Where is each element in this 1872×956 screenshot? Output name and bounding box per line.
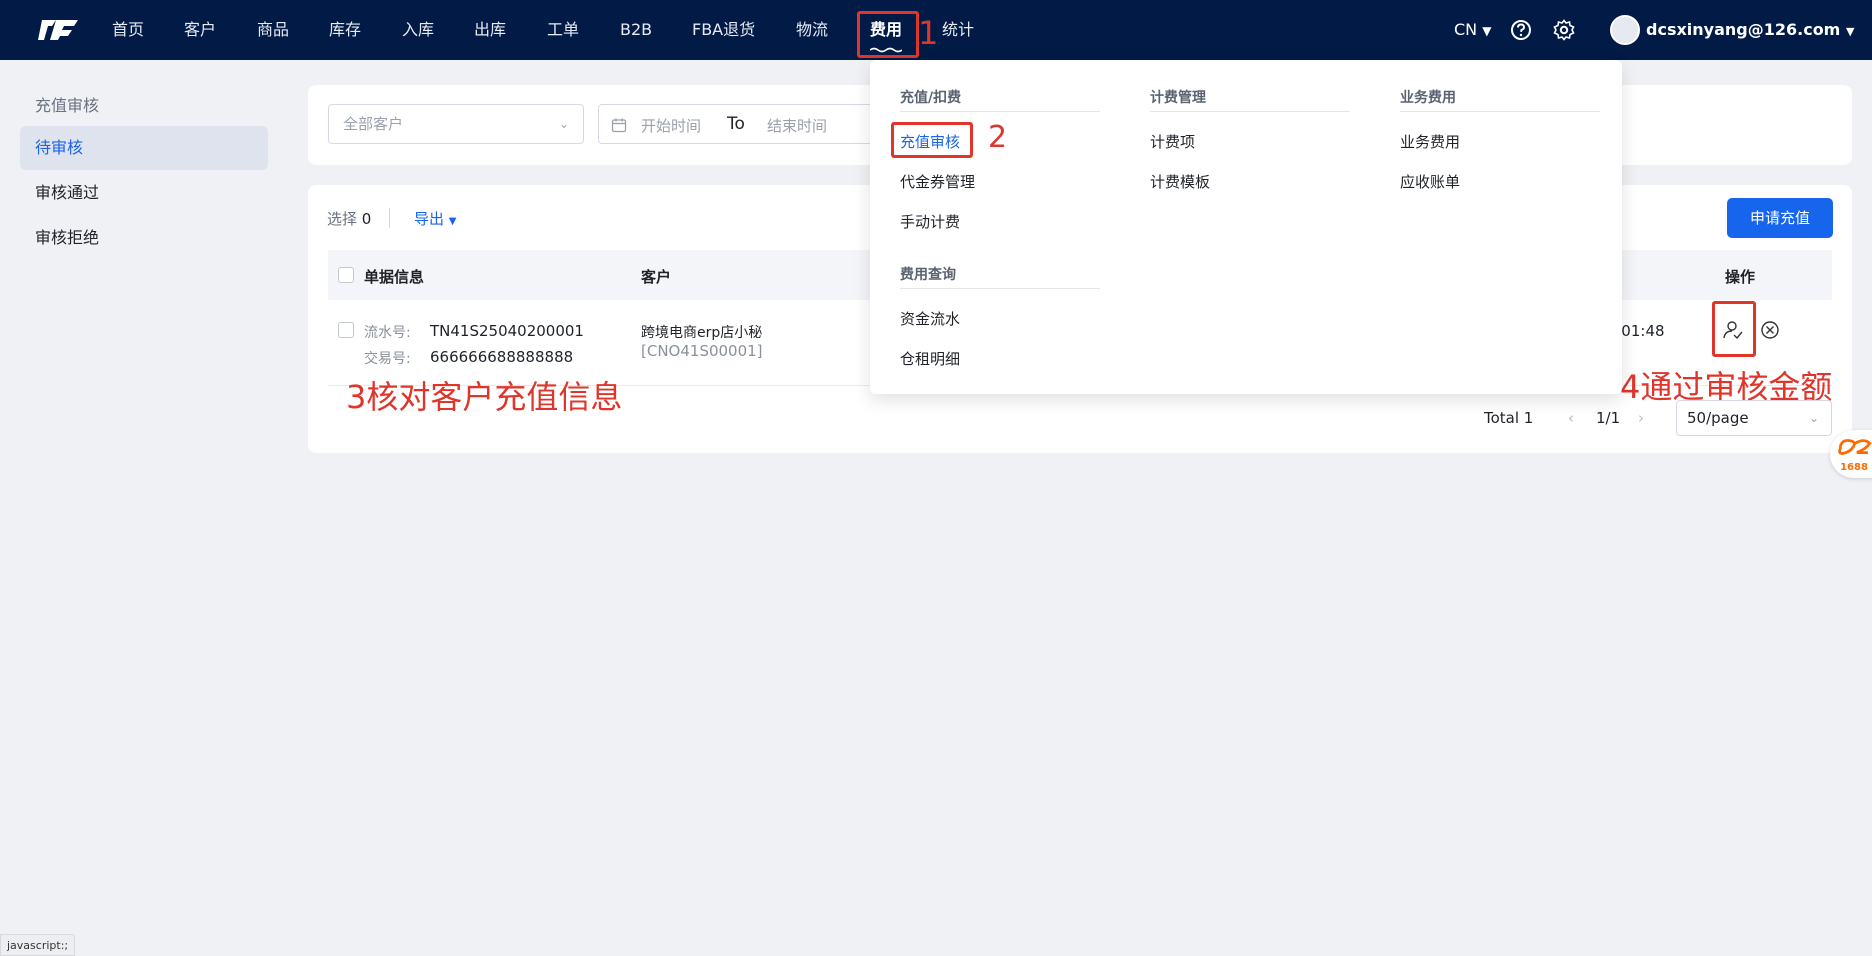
sidebar-item-rejected[interactable]: 审核拒绝 (20, 216, 268, 260)
help-icon[interactable] (1510, 19, 1532, 41)
menu-item-voucher-management[interactable]: 代金券管理 (900, 171, 975, 192)
menu-item-business-fees[interactable]: 业务费用 (1400, 131, 1460, 152)
column-header-actions: 操作 (1725, 268, 1756, 286)
customer-code: [CNO41S00001] (641, 342, 763, 360)
menu-item-billing-items[interactable]: 计费项 (1150, 131, 1195, 152)
select-all-checkbox[interactable] (338, 267, 354, 283)
apply-recharge-button[interactable]: 申请充值 (1727, 198, 1833, 238)
nav-workorders[interactable]: 工单 (547, 0, 579, 60)
date-range-separator: To (727, 114, 745, 134)
chevron-down-icon: ⌄ (1808, 411, 1819, 425)
nav-b2b[interactable]: B2B (620, 0, 652, 60)
column-header-doc-info: 单据信息 (364, 268, 425, 286)
trade-label: 交易号: (364, 351, 411, 367)
pagination-page: 1/1 (1596, 409, 1621, 427)
sidebar-title: 充值审核 (35, 96, 100, 115)
serial-label: 流水号: (364, 325, 411, 341)
menu-group-title: 计费管理 (1150, 90, 1206, 106)
menu-item-manual-billing[interactable]: 手动计费 (900, 211, 960, 232)
menu-group-title: 业务费用 (1400, 90, 1456, 106)
customer-select-value: 全部客户 (343, 115, 404, 133)
nav-inventory[interactable]: 库存 (329, 0, 361, 60)
caret-down-icon: ▼ (1482, 24, 1492, 38)
nav-logistics[interactable]: 物流 (796, 0, 828, 60)
nav-fba-returns[interactable]: FBA退货 (692, 0, 755, 60)
nav-outbound[interactable]: 出库 (474, 0, 506, 60)
badge-label: 1688 (1840, 462, 1868, 473)
menu-item-storage-fee-detail[interactable]: 仓租明细 (900, 348, 960, 369)
menu-item-receivables[interactable]: 应收账单 (1400, 171, 1460, 192)
selection-number: 0 (361, 210, 372, 228)
menu-item-billing-templates[interactable]: 计费模板 (1150, 171, 1210, 192)
start-date-input[interactable]: 开始时间 (641, 115, 701, 136)
brand-1688-badge[interactable]: 1688 (1830, 430, 1872, 478)
sidebar-item-approved[interactable]: 审核通过 (20, 171, 268, 215)
end-date-input[interactable]: 结束时间 (767, 115, 827, 136)
trade-number: 666666688888888 (430, 348, 574, 366)
avatar[interactable] (1610, 15, 1640, 45)
annotation-1-label: 1 (918, 14, 939, 52)
user-email: dcsxinyang@126.com (1646, 20, 1841, 39)
selection-label: 选择 (327, 210, 358, 228)
nav-customers[interactable]: 客户 (184, 0, 216, 60)
brand-logo-icon[interactable] (36, 12, 80, 48)
nav-home[interactable]: 首页 (112, 0, 144, 60)
export-label: 导出 (414, 210, 445, 228)
menu-group-title: 费用查询 (900, 267, 956, 283)
brand-1688-logo-icon (1838, 439, 1872, 455)
prev-page-icon[interactable]: ‹ (1568, 409, 1574, 427)
menu-group-divider (900, 288, 1100, 289)
nav-products[interactable]: 商品 (257, 0, 289, 60)
export-button[interactable]: 导出 ▼ (414, 208, 457, 229)
toolbar-divider (389, 208, 390, 228)
language-label: CN (1454, 20, 1478, 39)
menu-group-title: 充值/扣费 (900, 90, 962, 106)
row-checkbox[interactable] (338, 322, 354, 338)
fees-dropdown-menu: 充值/扣费 充值审核 代金券管理 手动计费 费用查询 资金流水 仓租明细 计费管… (870, 60, 1622, 394)
page-size-select[interactable]: 50/page ⌄ (1676, 400, 1832, 436)
customer-name: 跨境电商erp店小秘 (641, 325, 763, 341)
annotation-2-label: 2 (988, 120, 1008, 155)
page-size-value: 50/page (1687, 409, 1749, 427)
caret-down-icon: ▼ (448, 216, 457, 227)
next-page-icon[interactable]: › (1638, 409, 1644, 427)
calendar-icon (611, 118, 627, 133)
pagination-total: Total 1 (1484, 409, 1534, 427)
annotation-box-1 (857, 11, 919, 58)
menu-group-divider (1150, 111, 1350, 112)
column-header-customer: 客户 (641, 268, 672, 286)
caret-down-icon: ▼ (1845, 25, 1855, 38)
menu-group-divider (900, 111, 1100, 112)
serial-number: TN41S25040200001 (430, 322, 584, 340)
status-bar-link-preview: javascript:; (0, 934, 76, 956)
sidebar-item-pending[interactable]: 待审核 (20, 126, 268, 170)
nav-inbound[interactable]: 入库 (402, 0, 434, 60)
menu-group-divider (1400, 111, 1600, 112)
reject-icon[interactable] (1760, 320, 1780, 340)
gear-icon[interactable] (1553, 19, 1575, 41)
nav-statistics[interactable]: 统计 (942, 0, 974, 60)
selection-count: 选择 0 (327, 208, 371, 229)
annotation-box-2 (891, 122, 973, 158)
language-selector[interactable]: CN ▼ (1454, 0, 1491, 60)
annotation-box-4 (1712, 301, 1756, 357)
annotation-3-label: 3核对客户充值信息 (346, 378, 623, 416)
user-menu[interactable]: dcsxinyang@126.com ▼ (1646, 0, 1854, 60)
menu-item-fund-flow[interactable]: 资金流水 (900, 308, 960, 329)
date-range-picker[interactable]: 开始时间 To 结束时间 (598, 104, 878, 144)
customer-select[interactable]: 全部客户 ⌄ (328, 104, 584, 144)
chevron-down-icon: ⌄ (558, 117, 569, 131)
